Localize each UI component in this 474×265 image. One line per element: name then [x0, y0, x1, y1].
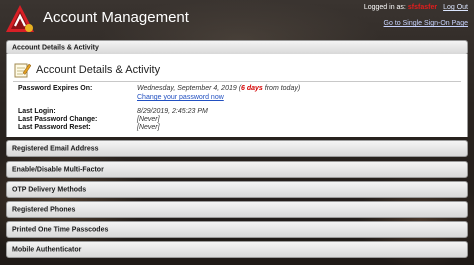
panel-registered-phones[interactable]: Registered Phones: [6, 201, 468, 218]
brand-logo-icon: [6, 5, 34, 32]
panel-label: Registered Email Address: [12, 145, 99, 152]
login-status: Logged in as: sfsfasfer Log Out: [364, 4, 468, 11]
password-expires-suffix: from today): [262, 85, 301, 92]
header-bar: Account Management Logged in as: sfsfasfe…: [0, 0, 474, 38]
logged-in-label: Logged in as:: [363, 4, 406, 11]
last-password-reset-value: [Never]: [137, 124, 160, 131]
account-details-content: Account Details & Activity Password Expi…: [6, 54, 468, 137]
panel-label: OTP Delivery Methods: [12, 186, 87, 193]
panel-printed-passcodes[interactable]: Printed One Time Passcodes: [6, 221, 468, 238]
panel-registered-email[interactable]: Registered Email Address: [6, 140, 468, 157]
panel-label: Enable/Disable Multi-Factor: [12, 166, 104, 173]
app-title: Account Management: [43, 9, 189, 26]
panel-label: Printed One Time Passcodes: [12, 226, 109, 233]
panel-label: Mobile Authenticator: [12, 246, 82, 253]
panel-label: Account Details & Activity: [12, 44, 99, 51]
last-password-change-label: Last Password Change:: [18, 116, 98, 123]
panel-account-details[interactable]: Account Details & Activity: [6, 40, 468, 55]
days-remaining: 6 days: [241, 85, 263, 92]
logout-link[interactable]: Log Out: [443, 4, 468, 11]
section-heading: Account Details & Activity: [36, 64, 161, 76]
panel-mobile-authenticator[interactable]: Mobile Authenticator: [6, 241, 468, 258]
change-password-link[interactable]: Change your password now: [137, 94, 224, 101]
password-expires-label: Password Expires On:: [18, 85, 93, 92]
panel-otp-delivery[interactable]: OTP Delivery Methods: [6, 181, 468, 198]
sso-page-link[interactable]: Go to Single Sign-On Page: [384, 20, 468, 27]
last-password-change-value: [Never]: [137, 116, 160, 123]
divider: [13, 81, 461, 82]
panel-label: Registered Phones: [12, 206, 76, 213]
notepad-pencil-icon: [14, 63, 31, 78]
username: sfsfasfer: [407, 4, 438, 11]
last-login-value: 8/29/2019, 2:45:23 PM: [137, 108, 208, 115]
panel-multi-factor[interactable]: Enable/Disable Multi-Factor: [6, 161, 468, 178]
last-password-reset-label: Last Password Reset:: [18, 124, 91, 131]
last-login-label: Last Login:: [18, 108, 56, 115]
password-expires-value: Wednesday, September 4, 2019 (6 days fro…: [137, 85, 300, 92]
password-expires-date: Wednesday, September 4, 2019 (: [137, 85, 242, 92]
